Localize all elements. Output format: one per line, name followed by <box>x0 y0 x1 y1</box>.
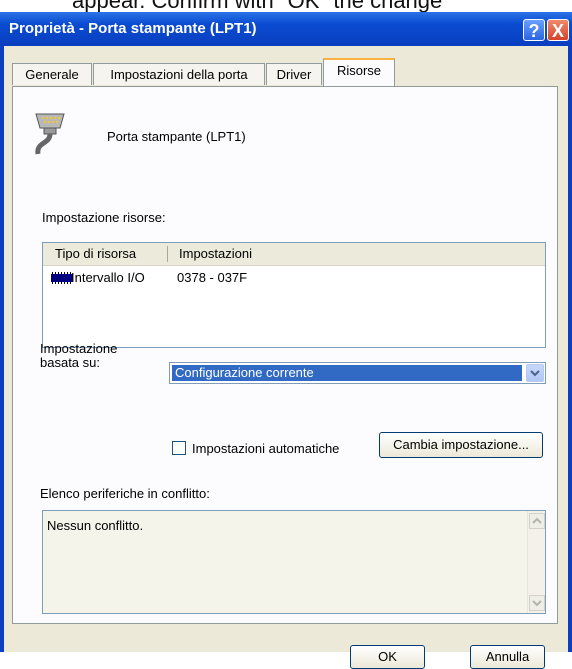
configuration-select-value: Configurazione corrente <box>171 364 523 382</box>
close-button[interactable]: X <box>547 19 569 41</box>
chevron-down-icon <box>530 370 540 377</box>
conflicts-scrollbar[interactable] <box>527 511 545 613</box>
table-row[interactable]: Intervallo I/O 0378 - 037F <box>43 269 545 289</box>
scroll-down-button[interactable] <box>529 595 545 611</box>
title-bar[interactable]: Proprietà - Porta stampante (LPT1) ? X <box>0 12 572 46</box>
change-settings-button[interactable]: Cambia impostazione... <box>379 432 543 458</box>
tab-risorse[interactable]: Risorse <box>323 58 395 86</box>
setting-based-on-label-line1: Impostazione <box>40 341 118 356</box>
conflicts-text: Nessun conflitto. <box>47 518 144 533</box>
close-icon: X <box>551 21 564 41</box>
auto-settings-label[interactable]: Impostazioni automatiche <box>192 441 339 456</box>
resource-value-cell: 0378 - 037F <box>177 270 248 285</box>
dropdown-arrow-button[interactable] <box>526 364 544 382</box>
dialog-client-area: Generale Impostazioni della porta Driver… <box>4 46 568 669</box>
tab-impostazioni-porta[interactable]: Impostazioni della porta <box>93 63 265 85</box>
conflicts-textbox[interactable]: Nessun conflitto. <box>42 510 546 614</box>
tab-driver[interactable]: Driver <box>266 63 322 85</box>
help-icon: ? <box>528 21 540 41</box>
properties-dialog: Proprietà - Porta stampante (LPT1) ? X G… <box>0 12 572 669</box>
background-instruction-text: appear. Confirm with "OK" the change <box>0 0 572 12</box>
configuration-select[interactable]: Configurazione corrente <box>169 362 546 384</box>
auto-settings-checkbox[interactable] <box>172 441 186 455</box>
column-header-type[interactable]: Tipo di risorsa <box>55 246 136 261</box>
setting-based-on-label: Impostazione basata su: <box>40 342 117 370</box>
column-header-settings[interactable]: Impostazioni <box>179 246 252 261</box>
window-title: Proprietà - Porta stampante (LPT1) <box>9 20 257 37</box>
cancel-button[interactable]: Annulla <box>470 645 545 669</box>
conflicts-label: Elenco periferiche in conflitto: <box>40 486 210 501</box>
resource-type-cell: Intervallo I/O <box>71 270 145 285</box>
column-divider[interactable] <box>167 246 168 262</box>
help-button[interactable]: ? <box>523 19 545 41</box>
resource-list-header: Tipo di risorsa Impostazioni <box>43 243 545 266</box>
printer-port-icon <box>35 113 65 155</box>
resource-settings-label: Impostazione risorse: <box>42 210 166 225</box>
resource-list[interactable]: Tipo di risorsa Impostazioni Intervallo … <box>42 242 546 348</box>
ok-button[interactable]: OK <box>350 645 425 669</box>
setting-based-on-label-line2: basata su: <box>40 355 100 370</box>
scroll-up-button[interactable] <box>529 513 545 529</box>
memory-chip-icon <box>51 272 73 284</box>
tab-generale[interactable]: Generale <box>12 63 92 85</box>
chevron-up-icon <box>532 517 542 524</box>
chevron-down-icon <box>532 600 542 607</box>
device-name: Porta stampante (LPT1) <box>107 129 246 144</box>
